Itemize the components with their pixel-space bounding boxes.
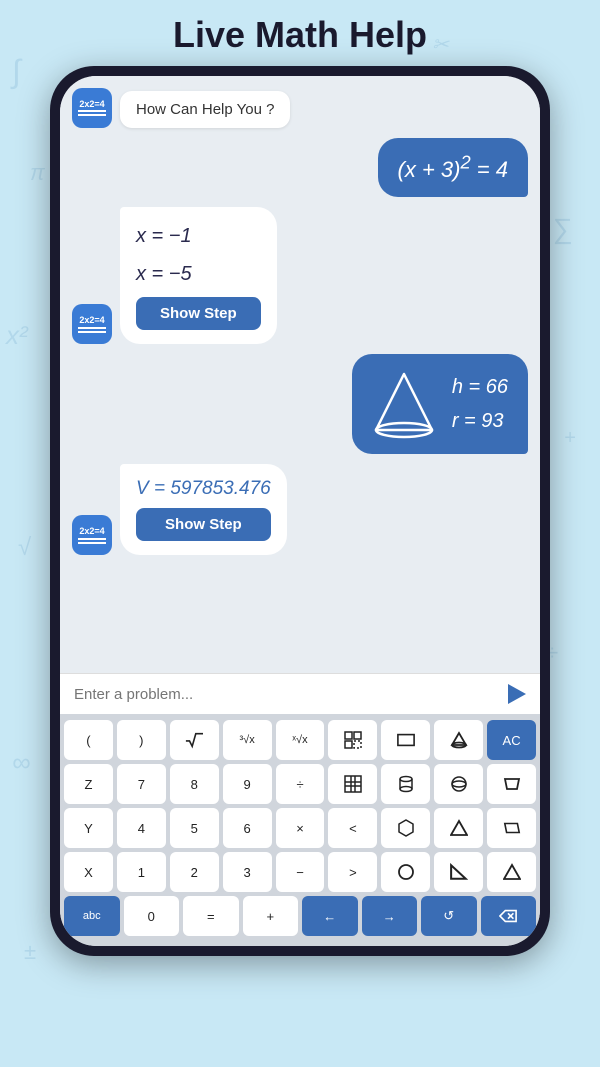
key-sqrt[interactable]: [170, 720, 219, 760]
key-right-arrow[interactable]: →: [362, 896, 418, 936]
bot-solution-row: 2x2=4 x = −1 x = −5 Show Step: [72, 207, 528, 344]
key-2[interactable]: 2: [170, 852, 219, 892]
cone-values: h = 66 r = 93: [452, 370, 508, 438]
key-trapezoid[interactable]: [487, 764, 536, 804]
keyboard-row-1: ( ) ³√x ˣ√x: [64, 720, 536, 760]
key-equals[interactable]: =: [183, 896, 239, 936]
key-5[interactable]: 5: [170, 808, 219, 848]
phone-screen: 2x2=4 How Can Help You ? (x + 3)2 = 4 2x…: [60, 76, 540, 946]
key-6[interactable]: 6: [223, 808, 272, 848]
greeting-row: 2x2=4 How Can Help You ?: [72, 88, 528, 128]
key-less-than[interactable]: <: [328, 808, 377, 848]
show-step-button-2[interactable]: Show Step: [136, 508, 271, 541]
keyboard-row-5: abc 0 = + ← → ↺: [64, 896, 536, 936]
bot-avatar-3: 2x2=4: [72, 515, 112, 555]
key-abc[interactable]: abc: [64, 896, 120, 936]
bot-volume-bubble: V = 597853.476 Show Step: [120, 464, 287, 555]
hexagon-icon: [397, 819, 415, 837]
key-triangle-3d[interactable]: [434, 720, 483, 760]
keyboard-row-3: Y 4 5 6 × <: [64, 808, 536, 848]
sqrt-icon: [185, 731, 203, 749]
key-9[interactable]: 9: [223, 764, 272, 804]
rectangle-icon: [397, 731, 415, 749]
triangle-outline-icon: [450, 819, 468, 837]
key-0[interactable]: 0: [124, 896, 180, 936]
send-button[interactable]: [508, 684, 526, 704]
key-right-triangle[interactable]: [434, 852, 483, 892]
key-left-arrow[interactable]: ←: [302, 896, 358, 936]
user-cone-row: h = 66 r = 93: [72, 354, 528, 454]
key-close-paren[interactable]: ): [117, 720, 166, 760]
key-open-paren[interactable]: (: [64, 720, 113, 760]
key-circle[interactable]: [381, 852, 430, 892]
volume-value: V = 597853.476: [136, 478, 271, 500]
key-nthrt[interactable]: ˣ√x: [276, 720, 325, 760]
key-cylinder[interactable]: [381, 764, 430, 804]
key-multiply[interactable]: ×: [276, 808, 325, 848]
key-4[interactable]: 4: [117, 808, 166, 848]
key-divide[interactable]: ÷: [276, 764, 325, 804]
math-keyboard: ( ) ³√x ˣ√x: [60, 714, 540, 946]
input-bar: [60, 673, 540, 714]
3d-triangle-icon: [450, 731, 468, 749]
greeting-bubble: How Can Help You ?: [120, 91, 290, 128]
grid-icon: [344, 731, 362, 749]
send-arrow-icon: [508, 684, 526, 704]
page-title: Live Math Help: [0, 0, 600, 66]
key-7[interactable]: 7: [117, 764, 166, 804]
sphere-icon: [450, 775, 468, 793]
user-cone-bubble: h = 66 r = 93: [352, 354, 528, 454]
circle-icon: [397, 863, 415, 881]
keyboard-row-4: X 1 2 3 − >: [64, 852, 536, 892]
key-matrix[interactable]: [328, 764, 377, 804]
key-triangle-up[interactable]: [487, 852, 536, 892]
problem-input[interactable]: [74, 686, 508, 703]
bot-avatar: 2x2=4: [72, 88, 112, 128]
solution-line-1: x = −1: [136, 221, 192, 251]
key-x[interactable]: X: [64, 852, 113, 892]
key-grid[interactable]: [328, 720, 377, 760]
keyboard-row-2: Z 7 8 9 ÷: [64, 764, 536, 804]
user-equation-row: (x + 3)2 = 4: [72, 138, 528, 197]
phone-frame: 2x2=4 How Can Help You ? (x + 3)2 = 4 2x…: [50, 66, 550, 956]
solution-line-2: x = −5: [136, 259, 192, 289]
key-triangle-outline[interactable]: [434, 808, 483, 848]
key-backspace[interactable]: [481, 896, 537, 936]
matrix-icon: [344, 775, 362, 793]
key-rectangle[interactable]: [381, 720, 430, 760]
key-cbrt[interactable]: ³√x: [223, 720, 272, 760]
key-greater-than[interactable]: >: [328, 852, 377, 892]
key-1[interactable]: 1: [117, 852, 166, 892]
parallelogram-icon: [503, 819, 521, 837]
key-sphere[interactable]: [434, 764, 483, 804]
key-y[interactable]: Y: [64, 808, 113, 848]
key-z[interactable]: Z: [64, 764, 113, 804]
bot-volume-row: 2x2=4 V = 597853.476 Show Step: [72, 464, 528, 555]
chat-area: 2x2=4 How Can Help You ? (x + 3)2 = 4 2x…: [60, 76, 540, 673]
key-parallelogram[interactable]: [487, 808, 536, 848]
key-hexagon[interactable]: [381, 808, 430, 848]
key-undo[interactable]: ↺: [421, 896, 477, 936]
backspace-icon: [499, 907, 517, 925]
right-triangle-icon: [450, 863, 468, 881]
show-step-button-1[interactable]: Show Step: [136, 297, 261, 330]
trapezoid-icon: [503, 775, 521, 793]
bot-avatar-2: 2x2=4: [72, 304, 112, 344]
key-8[interactable]: 8: [170, 764, 219, 804]
key-plus[interactable]: +: [243, 896, 299, 936]
user-equation-bubble: (x + 3)2 = 4: [378, 138, 528, 197]
key-minus[interactable]: −: [276, 852, 325, 892]
triangle-up-icon: [503, 863, 521, 881]
cone-icon: [372, 368, 436, 440]
key-ac[interactable]: AC: [487, 720, 536, 760]
bot-solution-bubble: x = −1 x = −5 Show Step: [120, 207, 277, 344]
key-3[interactable]: 3: [223, 852, 272, 892]
cylinder-icon: [397, 775, 415, 793]
